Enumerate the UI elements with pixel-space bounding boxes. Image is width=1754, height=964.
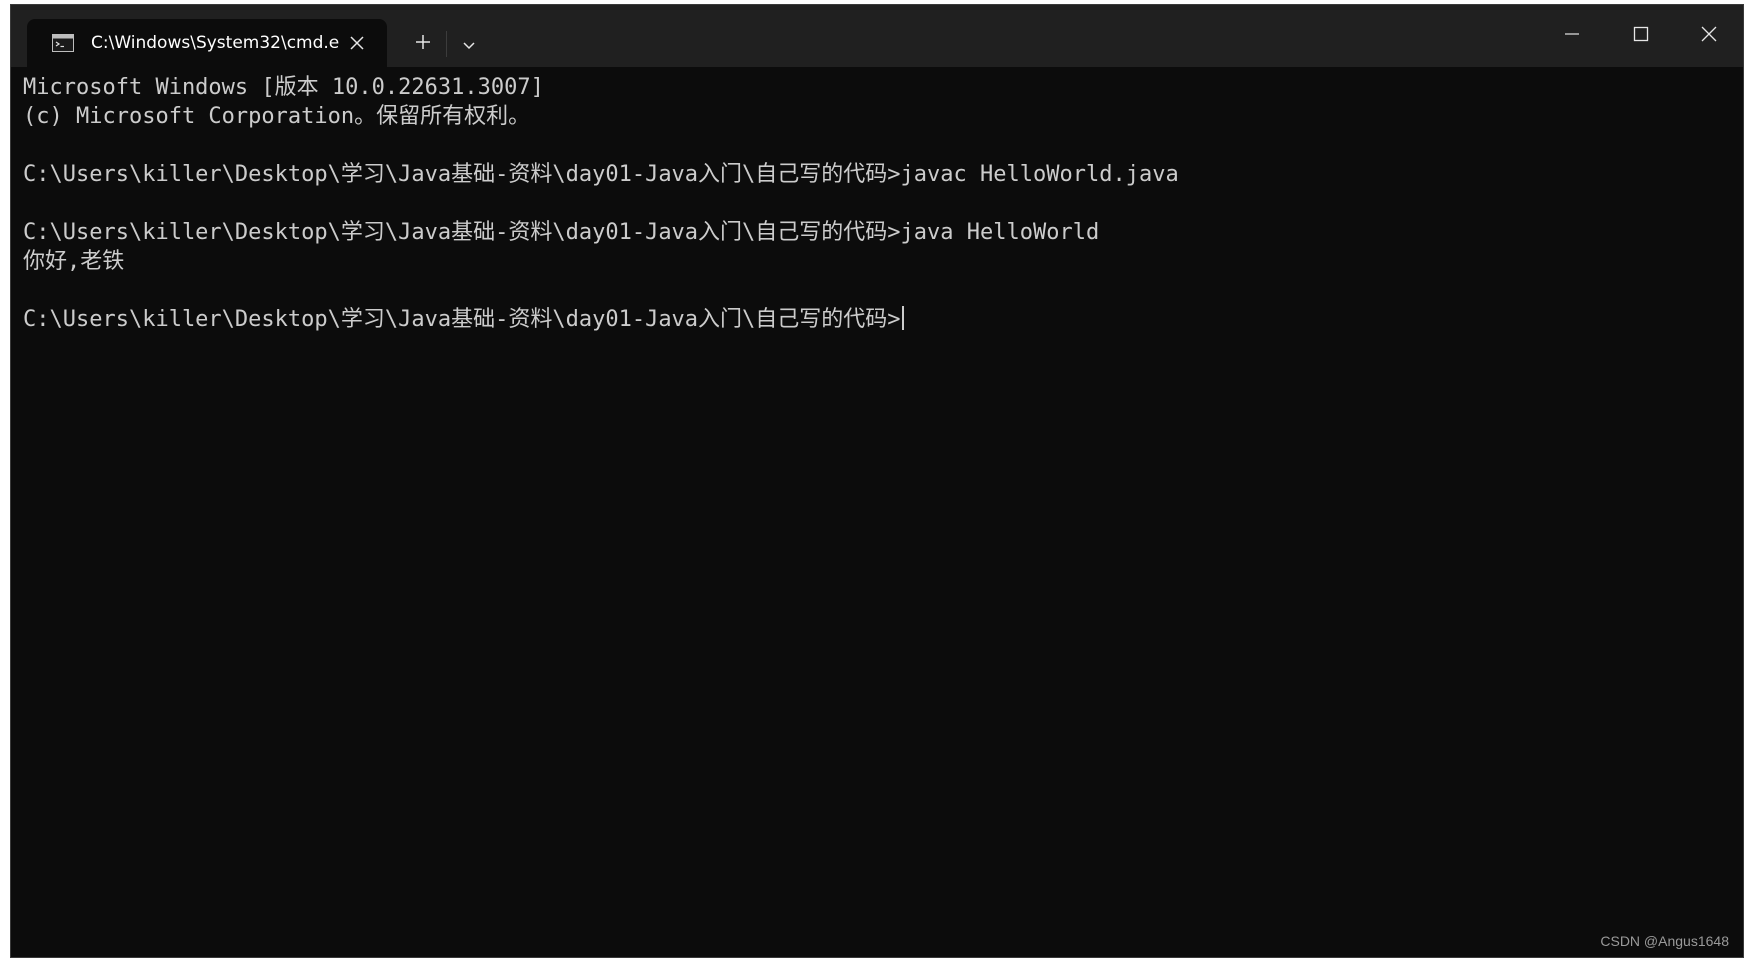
prompt-text: C:\Users\killer\Desktop\学习\Java基础-资料\day… <box>23 307 901 332</box>
output-line: C:\Users\killer\Desktop\学习\Java基础-资料\day… <box>23 220 1100 245</box>
terminal-icon <box>51 33 75 53</box>
maximize-icon <box>1633 26 1649 46</box>
close-button[interactable] <box>1675 5 1743 67</box>
minimize-button[interactable] <box>1538 5 1606 67</box>
output-line: C:\Users\killer\Desktop\学习\Java基础-资料\day… <box>23 162 1179 187</box>
tab-dropdown-button[interactable] <box>451 27 487 61</box>
maximize-button[interactable] <box>1607 5 1675 67</box>
tab-separator <box>446 31 447 57</box>
tab-cmd[interactable]: C:\Windows\System32\cmd.e <box>27 19 387 67</box>
close-icon[interactable] <box>345 31 369 55</box>
minimize-icon <box>1564 26 1580 46</box>
title-bar[interactable]: C:\Windows\System32\cmd.e <box>11 5 1743 67</box>
plus-icon <box>415 34 431 54</box>
terminal-window: C:\Windows\System32\cmd.e Microsoft Wind… <box>10 4 1744 958</box>
tab-title: C:\Windows\System32\cmd.e <box>91 33 340 53</box>
close-icon <box>1701 26 1717 46</box>
chevron-down-icon <box>462 35 476 54</box>
output-line: 你好,老铁 <box>23 249 125 274</box>
output-line: Microsoft Windows [版本 10.0.22631.3007] <box>23 75 544 100</box>
terminal-output[interactable]: Microsoft Windows [版本 10.0.22631.3007] (… <box>23 73 1731 957</box>
watermark: CSDN @Angus1648 <box>1600 933 1729 949</box>
output-line: (c) Microsoft Corporation。保留所有权利。 <box>23 104 531 129</box>
prompt-line[interactable]: C:\Users\killer\Desktop\学习\Java基础-资料\day… <box>23 305 1731 334</box>
text-cursor <box>901 306 904 330</box>
new-tab-button[interactable] <box>405 27 441 61</box>
